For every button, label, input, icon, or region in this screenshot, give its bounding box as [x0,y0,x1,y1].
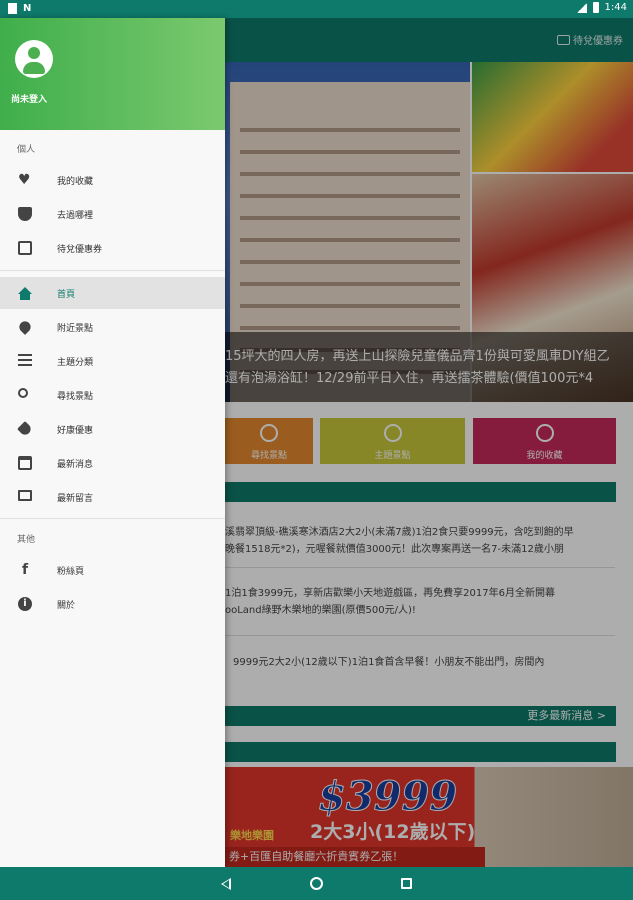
menu-item-visited[interactable]: 去過哪裡 [0,198,225,230]
heart-icon: ♥ [18,172,31,188]
menu-item-home[interactable]: 首頁 [0,277,225,309]
status-time: 1:44 [604,2,627,13]
menu-item-deals[interactable]: 好康優惠 [0,413,225,445]
login-status-label[interactable]: 尚未登入 [11,92,47,105]
menu-item-label: 好康優惠 [57,426,94,436]
menu-item-label: 粉絲頁 [57,567,85,577]
drawer-header: 尚未登入 [0,18,225,130]
tag-icon [17,421,33,437]
divider [0,270,225,271]
menu-item-fanpage[interactable]: f 粉絲頁 [0,554,225,586]
menu-item-label: 附近景點 [57,324,94,334]
menu-item-label: 最新留言 [57,494,94,504]
menu-item-label: 首頁 [57,290,76,300]
menu-item-label: 主題分類 [57,358,94,368]
battery-icon [592,2,599,13]
verified-shield-icon [18,207,32,221]
list-icon [18,354,32,368]
menu-item-label: 我的收藏 [57,177,94,187]
menu-item-messages[interactable]: 最新留言 [0,481,225,513]
back-icon[interactable] [221,878,231,890]
navigation-drawer: 尚未登入 個人 ♥ 我的收藏 去過哪裡 待兌優惠券 首頁 附近景點 主題分類 尋… [0,18,225,867]
group-title-personal: 個人 [17,145,36,155]
status-bar: N 1:44 [0,0,633,18]
menu-item-coupons[interactable]: 待兌優惠券 [0,232,225,264]
menu-item-search[interactable]: 尋找景點 [0,379,225,411]
chat-icon [18,490,32,501]
facebook-icon: f [21,562,29,578]
menu-item-nearby[interactable]: 附近景點 [0,311,225,343]
info-icon: i [18,597,32,611]
avatar[interactable] [15,40,53,78]
menu-item-categories[interactable]: 主題分類 [0,345,225,377]
home-circle-icon[interactable] [310,877,323,890]
coupon-icon [18,241,32,255]
menu-item-label: 最新消息 [57,460,94,470]
menu-item-favorites[interactable]: ♥ 我的收藏 [0,164,225,196]
system-nav-bar [0,867,633,900]
sim-card-icon [8,3,17,14]
signal-icon [576,2,587,13]
search-icon [18,388,28,398]
menu-item-label: 待兌優惠券 [57,245,103,255]
group-title-other: 其他 [17,535,36,545]
divider [0,518,225,519]
menu-item-label: 去過哪裡 [57,211,94,221]
notification-n-icon: N [23,3,32,14]
recent-apps-icon[interactable] [401,878,412,889]
menu-item-label: 關於 [57,601,76,611]
menu-item-label: 尋找景點 [57,392,94,402]
menu-item-news[interactable]: 最新消息 [0,447,225,479]
menu-item-about[interactable]: i 關於 [0,588,225,620]
calendar-icon [18,456,32,470]
location-pin-icon [17,319,33,335]
